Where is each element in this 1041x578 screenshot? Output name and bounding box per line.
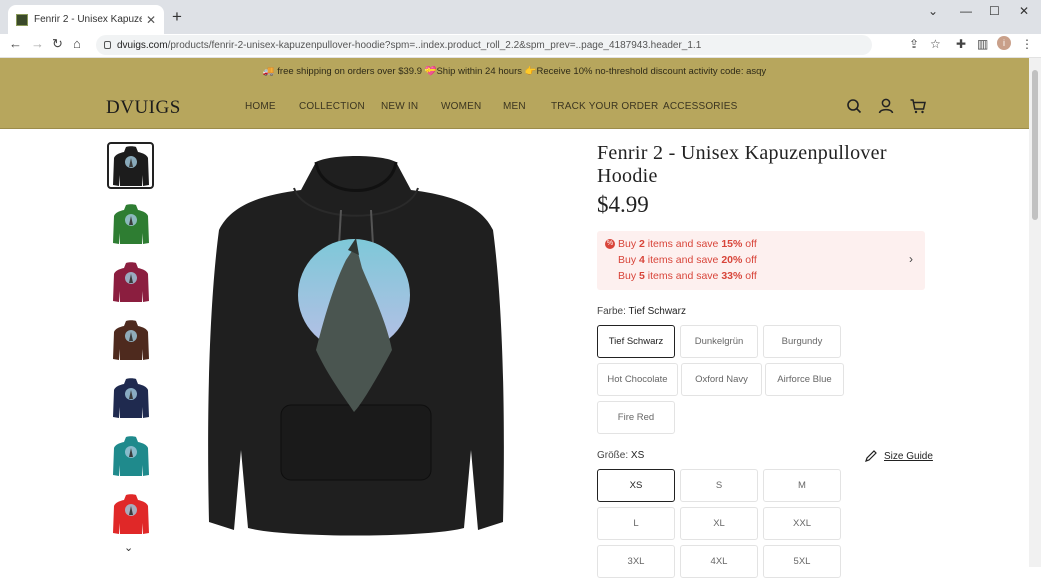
product-price: $4.99 — [597, 192, 649, 217]
url-host: dvuigs.com — [117, 39, 168, 51]
size-option[interactable]: XL — [680, 507, 758, 540]
close-tab-icon[interactable]: ✕ — [146, 13, 156, 27]
color-option[interactable]: Burgundy — [763, 325, 841, 358]
size-option[interactable]: XS — [597, 469, 675, 502]
color-option[interactable]: Tief Schwarz — [597, 325, 675, 358]
hoodie-thumbnail-image — [112, 319, 149, 360]
hoodie-thumbnail-image — [112, 493, 149, 534]
hoodie-thumbnail-image — [112, 435, 149, 476]
hoodie-thumbnail-image — [112, 261, 149, 302]
back-icon[interactable]: ← — [9, 36, 22, 51]
size-option[interactable]: XXL — [763, 507, 841, 540]
thumbnail-down-chevron-icon[interactable]: ⌄ — [124, 541, 133, 554]
promo-line: Buy 2 items and save 15% off — [618, 238, 757, 250]
browser-tab-bar: Fenrir 2 - Unisex Kapuzenpullove ✕ + ⌄ —… — [0, 0, 1041, 34]
profile-avatar[interactable]: i — [997, 36, 1011, 50]
cart-icon[interactable] — [909, 97, 927, 115]
forward-icon[interactable]: → — [31, 36, 44, 51]
product-thumbnail[interactable] — [107, 200, 154, 247]
size-option[interactable]: 5XL — [763, 545, 841, 578]
nav-women[interactable]: WOMEN — [441, 101, 481, 112]
color-option[interactable]: Oxford Navy — [681, 363, 762, 396]
nav-men[interactable]: MEN — [503, 101, 526, 112]
maximize-icon[interactable]: ☐ — [989, 4, 1000, 18]
discount-badge-icon: % — [605, 239, 615, 249]
side-panel-icon[interactable]: ▥ — [977, 37, 988, 51]
close-window-icon[interactable]: ✕ — [1019, 4, 1029, 18]
address-bar-row: ← → ↻ ⌂ dvuigs.com/products/fenrir-2-uni… — [0, 34, 1041, 58]
color-label: Farbe: Tief Schwarz — [597, 306, 686, 317]
browser-menu-icon[interactable]: ⋮ — [1021, 37, 1033, 51]
url-field[interactable]: dvuigs.com/products/fenrir-2-unisex-kapu… — [96, 35, 872, 55]
account-icon[interactable] — [877, 97, 895, 115]
size-option[interactable]: S — [680, 469, 758, 502]
selected-size: XS — [630, 450, 645, 461]
chevron-right-icon: › — [909, 252, 913, 266]
pencil-ruler-icon — [865, 450, 877, 462]
reload-icon[interactable]: ↻ — [52, 36, 63, 52]
site-favicon-icon — [16, 13, 28, 26]
nav-new-in[interactable]: NEW IN — [381, 101, 418, 112]
size-label: Größe: XS — [597, 450, 645, 461]
size-option[interactable]: 3XL — [597, 545, 675, 578]
browser-tab[interactable]: Fenrir 2 - Unisex Kapuzenpullove ✕ — [8, 5, 164, 34]
hoodie-thumbnail-image — [112, 203, 149, 244]
site-header: DVUIGS HOME COLLECTION NEW IN WOMEN MEN … — [0, 85, 1029, 129]
color-option[interactable]: Hot Chocolate — [597, 363, 678, 396]
new-tab-button[interactable]: + — [172, 7, 182, 27]
lock-icon — [104, 41, 111, 49]
extensions-icon[interactable]: ✚ — [956, 37, 966, 51]
hoodie-thumbnail-image — [112, 145, 149, 186]
product-title: Fenrir 2 - Unisex Kapuzenpullover Hoodie — [597, 142, 887, 187]
nav-track-order[interactable]: TRACK YOUR ORDER — [551, 101, 658, 112]
color-option[interactable]: Dunkelgrün — [680, 325, 758, 358]
home-icon[interactable]: ⌂ — [73, 36, 81, 51]
announcement-bar: 🚚 free shipping on orders over $39.9 💝Sh… — [0, 58, 1029, 85]
main-product-image[interactable] — [196, 150, 516, 550]
site-logo[interactable]: DVUIGS — [106, 97, 181, 119]
promo-line: Buy 4 items and save 20% off — [618, 254, 757, 266]
product-thumbnail[interactable] — [107, 374, 154, 421]
bulk-discount-promo[interactable]: % Buy 2 items and save 15% off Buy 4 ite… — [597, 231, 925, 290]
scrollbar-thumb[interactable] — [1032, 70, 1038, 220]
color-option[interactable]: Airforce Blue — [765, 363, 844, 396]
product-thumbnail[interactable] — [107, 432, 154, 479]
tab-search-icon[interactable]: ⌄ — [928, 4, 938, 18]
product-thumbnail[interactable] — [107, 316, 154, 363]
size-option[interactable]: 4XL — [680, 545, 758, 578]
url-path: /products/fenrir-2-unisex-kapuzenpullove… — [167, 39, 702, 51]
share-icon[interactable]: ⇪ — [909, 37, 919, 51]
bookmark-star-icon[interactable]: ☆ — [930, 37, 941, 51]
color-option[interactable]: Fire Red — [597, 401, 675, 434]
size-option[interactable]: M — [763, 469, 841, 502]
promo-line: Buy 5 items and save 33% off — [618, 270, 757, 282]
product-thumbnail[interactable] — [107, 258, 154, 305]
nav-home[interactable]: HOME — [245, 101, 276, 112]
product-thumbnail[interactable] — [107, 142, 154, 189]
hoodie-thumbnail-image — [112, 377, 149, 418]
selected-color: Tief Schwarz — [628, 306, 686, 317]
size-guide-link[interactable]: Size Guide — [864, 449, 933, 463]
product-thumbnail[interactable] — [107, 490, 154, 537]
tab-title: Fenrir 2 - Unisex Kapuzenpullove — [34, 14, 142, 25]
size-option[interactable]: L — [597, 507, 675, 540]
nav-collection[interactable]: COLLECTION — [299, 101, 365, 112]
search-icon[interactable] — [845, 97, 863, 115]
minimize-icon[interactable]: — — [960, 4, 972, 18]
nav-accessories[interactable]: ACCESSORIES — [663, 101, 737, 112]
